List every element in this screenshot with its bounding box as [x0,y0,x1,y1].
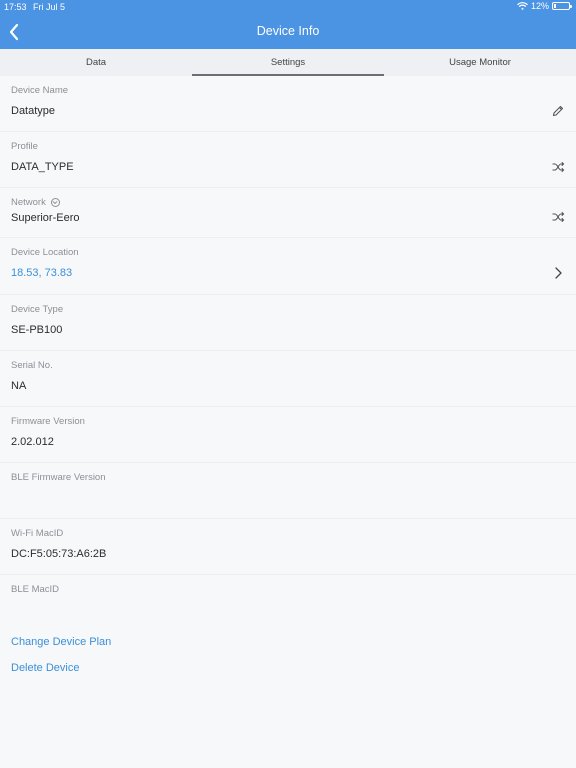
shuffle-icon [552,211,565,223]
device-name-row: Device Name Datatype [0,76,576,132]
edit-device-name-button[interactable] [551,104,565,118]
serial-no-value: NA [11,380,27,392]
serial-no-row: Serial No. NA [0,351,576,407]
wifi-icon [517,2,528,10]
wifi-macid-label: Wi-Fi MacID [11,528,64,539]
settings-list: Device Name Datatype Profile DATA_TYPE N… [0,76,576,630]
pencil-icon [552,105,564,117]
delete-device-link[interactable]: Delete Device [11,662,111,674]
profile-value: DATA_TYPE [11,161,74,173]
status-right: 12% [517,1,572,11]
device-name-value: Datatype [11,105,56,117]
tab-data[interactable]: Data [0,49,192,76]
ble-macid-row: BLE MacID [0,575,576,630]
profile-row: Profile DATA_TYPE [0,132,576,188]
status-time: 17:53 [4,2,27,12]
network-value: Superior-Eero [11,212,80,224]
chevron-right-icon [555,267,562,279]
device-location-arrow[interactable] [551,266,565,280]
network-info-icon[interactable] [50,198,60,207]
ble-firmware-version-label: BLE Firmware Version [11,472,106,483]
firmware-version-value: 2.02.012 [11,436,54,448]
battery-percent: 12% [530,1,549,11]
shuffle-icon [552,161,565,173]
device-type-value: SE-PB100 [11,324,63,336]
serial-no-label: Serial No. [11,360,53,371]
wifi-macid-value: DC:F5:05:73:A6:2B [11,548,107,560]
device-name-label: Device Name [11,85,69,96]
device-location-row[interactable]: Device Location 18.53, 73.83 [0,238,576,295]
tab-bar: Data Settings Usage Monitor [0,49,576,76]
network-label-group: Network [11,197,60,208]
page-title: Device Info [256,24,320,38]
firmware-version-label: Firmware Version [11,416,85,427]
change-device-plan-link[interactable]: Change Device Plan [11,636,111,648]
wifi-macid-row: Wi-Fi MacID DC:F5:05:73:A6:2B [0,519,576,575]
device-actions: Change Device Plan Delete Device [11,636,111,688]
tab-usage-monitor[interactable]: Usage Monitor [384,49,576,76]
network-row: Network Superior-Eero [0,188,576,238]
device-location-value[interactable]: 18.53, 73.83 [11,267,72,279]
change-profile-button[interactable] [551,160,565,174]
battery-icon [552,2,572,10]
ble-firmware-version-row: BLE Firmware Version [0,463,576,519]
device-type-row: Device Type SE-PB100 [0,295,576,351]
device-type-label: Device Type [11,304,64,315]
tab-settings[interactable]: Settings [192,49,384,76]
ble-macid-label: BLE MacID [11,584,60,595]
status-bar: 17:53 Fri Jul 5 12% [0,0,576,14]
profile-label: Profile [11,141,38,152]
firmware-version-row: Firmware Version 2.02.012 [0,407,576,463]
change-network-button[interactable] [551,210,565,224]
header-bar: 17:53 Fri Jul 5 12% Device Info [0,0,576,49]
network-label: Network [11,197,46,208]
battery-fill [554,4,556,8]
chevron-down-icon [53,201,58,205]
status-date: Fri Jul 5 [33,2,66,12]
device-location-label: Device Location [11,247,79,258]
